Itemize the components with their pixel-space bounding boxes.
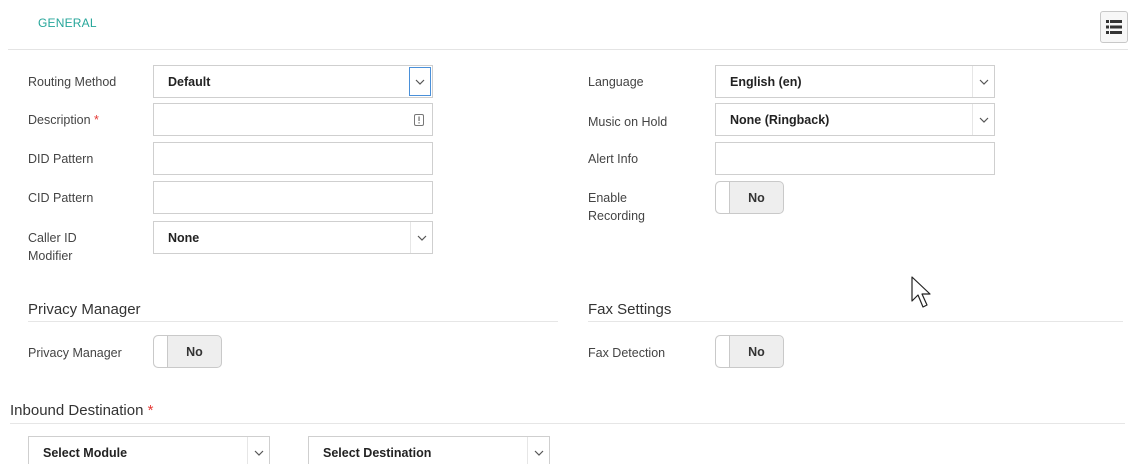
caller-id-modifier-label-line2: Modifier <box>28 249 73 263</box>
privacy-manager-section-title: Privacy Manager <box>28 301 141 318</box>
privacy-manager-value: No <box>186 344 203 359</box>
fax-detection-label: Fax Detection <box>588 346 666 360</box>
enable-recording-label: Enable Recording <box>588 189 645 225</box>
chevron-down-icon <box>972 66 994 97</box>
privacy-manager-label: Privacy Manager <box>28 346 122 360</box>
chevron-down-icon <box>527 437 549 464</box>
music-on-hold-select[interactable]: None (Ringback) <box>715 103 995 136</box>
language-label: Language <box>588 75 644 89</box>
fax-section-divider <box>588 321 1123 322</box>
fax-detection-toggle[interactable]: No <box>715 335 784 368</box>
enable-recording-value: No <box>748 190 765 205</box>
caller-id-modifier-label-line1: Caller ID <box>28 231 77 245</box>
select-destination-value: Select Destination <box>323 445 432 460</box>
cid-pattern-label: CID Pattern <box>28 191 94 205</box>
description-label-text: Description <box>28 113 91 127</box>
toggle-knob <box>154 336 168 367</box>
chevron-down-icon <box>409 67 431 96</box>
chevron-down-icon <box>410 222 432 253</box>
required-marker: * <box>94 113 99 127</box>
music-on-hold-value: None (Ringback) <box>730 112 830 127</box>
alert-info-label: Alert Info <box>588 152 639 166</box>
routing-method-label: Routing Method <box>28 75 117 89</box>
description-label: Description * <box>28 111 99 129</box>
did-pattern-label: DID Pattern <box>28 152 94 166</box>
select-module-dropdown[interactable]: Select Module <box>28 436 270 464</box>
caller-id-modifier-select[interactable]: None <box>153 221 433 254</box>
header-divider <box>8 49 1128 50</box>
info-icon <box>414 114 424 126</box>
enable-recording-label-line1: Enable <box>588 191 627 205</box>
chevron-down-icon <box>247 437 269 464</box>
list-icon <box>1106 20 1122 34</box>
toggle-knob <box>716 182 730 213</box>
select-module-value: Select Module <box>43 445 128 460</box>
inbound-destination-section-title: Inbound Destination * <box>10 402 153 419</box>
fax-detection-value: No <box>748 344 765 359</box>
caller-id-modifier-value: None <box>168 230 200 245</box>
fax-settings-section-title: Fax Settings <box>588 301 672 318</box>
required-marker: * <box>147 402 154 419</box>
privacy-section-divider <box>28 321 558 322</box>
enable-recording-toggle[interactable]: No <box>715 181 784 214</box>
privacy-manager-toggle[interactable]: No <box>153 335 222 368</box>
caller-id-modifier-label: Caller ID Modifier <box>28 229 77 265</box>
list-view-button[interactable] <box>1100 11 1128 43</box>
alert-info-field[interactable] <box>715 142 995 175</box>
select-destination-dropdown[interactable]: Select Destination <box>308 436 550 464</box>
chevron-down-icon <box>972 104 994 135</box>
did-pattern-field[interactable] <box>153 142 433 175</box>
inbound-destination-title-text: Inbound Destination <box>10 402 144 419</box>
toggle-knob <box>716 336 730 367</box>
inbound-section-divider <box>10 423 1125 424</box>
routing-method-select[interactable]: Default <box>153 65 433 98</box>
language-value: English (en) <box>730 74 802 89</box>
description-field[interactable] <box>153 103 433 136</box>
music-on-hold-label: Music on Hold <box>588 115 668 129</box>
routing-method-value: Default <box>168 74 211 89</box>
mouse-cursor-icon <box>911 276 931 308</box>
cid-pattern-field[interactable] <box>153 181 433 214</box>
tab-general[interactable]: GENERAL <box>38 16 97 30</box>
language-select[interactable]: English (en) <box>715 65 995 98</box>
enable-recording-label-line2: Recording <box>588 209 645 223</box>
